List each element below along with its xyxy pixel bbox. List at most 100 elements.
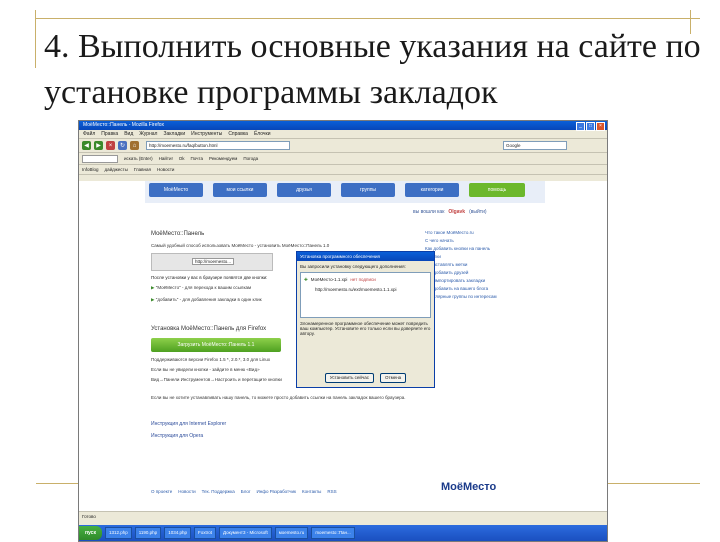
bookmarks-bar: InfoBlog дайджесты Главная Новости	[79, 165, 607, 175]
toolbar-item[interactable]: Ok	[179, 156, 185, 161]
navigation-toolbar: ◀ ▶ × ↻ ⌂ http://moemesto.ru/faq/button.…	[79, 139, 607, 153]
dialog-message: Вы запросили установку следующего дополн…	[300, 264, 406, 269]
toolbar-item[interactable]: Погода	[243, 156, 258, 161]
minimize-button[interactable]: _	[576, 122, 585, 131]
preview-address: http://moemesto...	[192, 258, 235, 265]
sidebar-link[interactable]: Популярные группы по интересам	[425, 293, 545, 301]
addon-item[interactable]: ✚ МоёМесто-1.1.xpi нет подписи	[304, 277, 376, 283]
browser-window-title: МоёМесто::Панель - Mozilla Firefox	[83, 122, 165, 128]
dialog-addon-list: ✚ МоёМесто-1.1.xpi нет подписи http://mo…	[300, 272, 431, 318]
menu-item-view[interactable]: Вид	[124, 130, 133, 138]
toolbar-search-input[interactable]	[82, 154, 118, 163]
bookmark-item[interactable]: InfoBlog	[82, 167, 99, 172]
taskbar-item[interactable]: 1190.php	[134, 527, 162, 539]
logged-in-label: вы вошли как	[413, 209, 445, 215]
section-title: МоёМесто::Панель	[151, 231, 205, 237]
tab-friends[interactable]: друзья	[277, 183, 331, 197]
menu-bar: Файл Правка Вид Журнал Закладки Инструме…	[79, 130, 607, 139]
puzzle-icon: ✚	[304, 277, 308, 282]
status-bar: Готово	[79, 511, 607, 521]
site-top-nav: МоёМесто мои ссылки друзья группы катего…	[145, 181, 545, 203]
slide-title: 4. Выполнить основные указания на сайте …	[44, 28, 701, 111]
taskbar-item[interactable]: 1312.php	[104, 527, 132, 539]
menu-item-history[interactable]: Журнал	[139, 130, 157, 138]
opera-instructions-link[interactable]: Инструкция для Opera	[151, 433, 203, 439]
footer-link[interactable]: О проекте	[151, 489, 172, 494]
footer-logo: МоёМесто	[441, 481, 497, 493]
install-now-button[interactable]: Установить сейчас	[324, 373, 375, 383]
footer-link[interactable]: RSS	[327, 489, 336, 494]
window-controls: _ □ ×	[576, 122, 605, 131]
taskbar-item[interactable]: 1034.php	[164, 527, 191, 539]
bookmark-item[interactable]: дайджесты	[105, 167, 128, 172]
menu-item-bookmarks[interactable]: Закладки	[163, 130, 185, 138]
sidebar-link[interactable]: Как добавить друзей	[425, 269, 545, 277]
install-dialog: Установка программного обеспечения Вы за…	[296, 251, 435, 388]
cancel-button[interactable]: Отмена	[380, 373, 407, 383]
taskbar-item[interactable]: moemesto::Пан...	[311, 527, 355, 539]
footer-link[interactable]: Контакты	[302, 489, 321, 494]
sidebar-link[interactable]: Как добавить на вашего блога	[425, 285, 545, 293]
footer-link[interactable]: Инфо Разработчик	[257, 489, 296, 494]
addon-name: МоёМесто-1.1.xpi	[310, 277, 348, 282]
footer-link[interactable]: Новости	[178, 489, 195, 494]
taskbar-item[interactable]: Foxtrot	[193, 527, 216, 539]
supported-versions: Поддерживаются версии Firefox 1.5 *, 2.0…	[151, 357, 271, 362]
reload-icon[interactable]: ↻	[118, 141, 127, 150]
maximize-button[interactable]: □	[586, 122, 595, 131]
home-icon[interactable]: ⌂	[130, 141, 139, 150]
sidebar-link[interactable]: Что такое МоёМесто.ru	[425, 229, 545, 237]
dialog-title: Установка программного обеспечения	[297, 252, 434, 261]
browser-title-bar: МоёМесто::Панель - Mozilla Firefox _ □ ×	[79, 121, 607, 131]
frame-line-top	[36, 18, 700, 19]
taskbar-item[interactable]: мoemesto.ru	[274, 527, 309, 539]
search-input[interactable]: Google	[503, 141, 567, 150]
windows-taskbar: пуск 1312.php 1190.php 1034.php Foxtrot …	[79, 525, 607, 541]
logout-link[interactable]: (выйти)	[469, 209, 486, 215]
browser-screenshot: МоёМесто::Панель - Mozilla Firefox _ □ ×…	[78, 120, 608, 542]
taskbar-item[interactable]: Документ3 - Microsoft	[218, 527, 272, 539]
address-bar[interactable]: http://moemesto.ru/faq/button.html	[146, 141, 290, 150]
tab-my-links[interactable]: мои ссылки	[213, 183, 267, 197]
toolbar-item[interactable]: Почта	[191, 156, 204, 161]
tab-groups[interactable]: группы	[341, 183, 395, 197]
bookmark-item[interactable]: Главная	[134, 167, 151, 172]
sidebar-link[interactable]: Как добавить кнопки на панель	[425, 245, 545, 253]
toolbar-item[interactable]: Рекомендуем	[209, 156, 237, 161]
help-sidebar: Что такое МоёМесто.ru С чего начать Как …	[425, 229, 545, 301]
menu-item-extra[interactable]: Ёлочки	[254, 130, 271, 138]
sidebar-link[interactable]: Ссылки	[425, 253, 545, 261]
dialog-buttons: Установить сейчас Отмена	[297, 373, 434, 383]
addon-url: http://moemesto.ru/ext/moemesto.1.1.xpi	[315, 287, 397, 292]
back-icon[interactable]: ◀	[82, 141, 91, 150]
install-title: Установка МоёМесто::Панель для Firefox	[151, 326, 267, 332]
sidebar-link[interactable]: С чего начать	[425, 237, 545, 245]
addon-status: нет подписи	[350, 277, 376, 282]
menu-item-tools[interactable]: Инструменты	[191, 130, 222, 138]
bullet-text: "МоёМесто" - для перехода к вашим ссылка…	[155, 285, 252, 290]
user-bar: вы вошли как Olgavk (выйти)	[413, 209, 543, 215]
dialog-warning: Злонамеренное программное обеспечение мо…	[300, 321, 431, 336]
footer-link[interactable]: Тех. Поддержка	[202, 489, 235, 494]
toolbar-item[interactable]: искать (Enter)	[124, 156, 153, 161]
no-buttons-hint: Если вы не увидели кнопки - зайдите в ме…	[151, 367, 260, 372]
bookmark-item[interactable]: Новости	[157, 167, 174, 172]
ie-instructions-link[interactable]: Инструкция для Internet Explorer	[151, 421, 226, 427]
username-link[interactable]: Olgavk	[448, 209, 465, 215]
tab-help[interactable]: помощь	[469, 183, 525, 197]
tab-home[interactable]: МоёМесто	[149, 183, 203, 197]
download-panel-button[interactable]: Загрузить МоёМесто::Панель 1.1	[151, 338, 281, 352]
footer-link[interactable]: Блог	[241, 489, 251, 494]
sidebar-link[interactable]: Как импортировать закладки	[425, 277, 545, 285]
forward-icon[interactable]: ▶	[94, 141, 103, 150]
menu-item-edit[interactable]: Правка	[101, 130, 118, 138]
bullet-text: "добавить" - для добавления закладки в о…	[155, 297, 262, 302]
sidebar-link[interactable]: Как вставлять метки	[425, 261, 545, 269]
toolbar-item[interactable]: Найти!	[159, 156, 173, 161]
close-button[interactable]: ×	[596, 122, 605, 131]
menu-item-file[interactable]: Файл	[83, 130, 95, 138]
stop-icon[interactable]: ×	[106, 141, 115, 150]
menu-item-help[interactable]: Справка	[228, 130, 248, 138]
start-button[interactable]: пуск	[79, 526, 102, 540]
tab-categories[interactable]: категории	[405, 183, 459, 197]
